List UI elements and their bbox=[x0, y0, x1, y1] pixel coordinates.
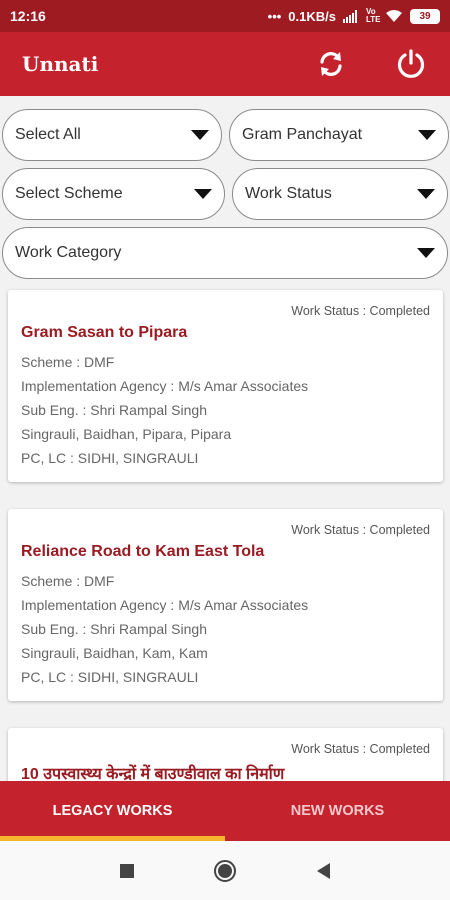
work-pc-lc: PC, LC : SIDHI, SINGRAULI bbox=[21, 669, 199, 685]
bottom-tabs: LEGACY WORKS NEW WORKS bbox=[0, 781, 450, 841]
network-type: Vo LTE bbox=[366, 7, 381, 24]
work-category-label: Work Category bbox=[15, 244, 122, 261]
signal-icon bbox=[343, 9, 357, 23]
work-status-dropdown[interactable]: Work Status bbox=[232, 168, 448, 220]
system-nav-bar bbox=[0, 841, 450, 900]
wifi-icon bbox=[386, 10, 402, 22]
work-location: Singrauli, Baidhan, Pipara, Pipara bbox=[21, 426, 232, 442]
work-title: Reliance Road to Kam East Tola bbox=[21, 543, 265, 560]
dropdown-arrow-icon bbox=[417, 248, 435, 258]
work-agency: Implementation Agency : M/s Amar Associa… bbox=[21, 597, 309, 613]
work-scheme: Scheme : DMF bbox=[21, 354, 115, 370]
status-icons: ••• 0.1KB/s Vo LTE 39 bbox=[268, 8, 440, 24]
tab-new-works-label: NEW WORKS bbox=[290, 803, 385, 819]
status-bar: 12:16 ••• 0.1KB/s Vo LTE 39 bbox=[0, 0, 450, 32]
work-status-text: Work Status : Completed bbox=[291, 742, 430, 756]
work-sub-engineer: Sub Eng. : Shri Rampal Singh bbox=[21, 621, 207, 637]
app-title: Unnati bbox=[22, 52, 99, 76]
work-card[interactable]: Work Status : Completed Gram Sasan to Pi… bbox=[8, 290, 443, 482]
select-all-label: Select All bbox=[15, 126, 81, 143]
more-dots-icon: ••• bbox=[267, 8, 282, 24]
power-button[interactable] bbox=[394, 47, 428, 81]
work-agency: Implementation Agency : M/s Amar Associa… bbox=[21, 378, 309, 394]
gram-panchayat-label: Gram Panchayat bbox=[242, 126, 363, 143]
network-speed: 0.1KB/s bbox=[288, 8, 336, 24]
dropdown-arrow-icon bbox=[418, 130, 436, 140]
dropdown-arrow-icon bbox=[191, 130, 209, 140]
power-icon bbox=[397, 49, 425, 78]
refresh-icon bbox=[320, 52, 342, 76]
tab-legacy-works[interactable]: LEGACY WORKS bbox=[0, 781, 225, 841]
work-status-text: Work Status : Completed bbox=[291, 304, 430, 318]
back-icon[interactable] bbox=[316, 862, 330, 879]
dropdown-arrow-icon bbox=[417, 189, 435, 199]
work-sub-engineer: Sub Eng. : Shri Rampal Singh bbox=[21, 402, 207, 418]
dropdown-arrow-icon bbox=[194, 189, 212, 199]
refresh-button[interactable] bbox=[314, 47, 348, 81]
tab-new-works[interactable]: NEW WORKS bbox=[225, 781, 450, 841]
select-all-dropdown[interactable]: Select All bbox=[2, 109, 222, 161]
work-scheme: Scheme : DMF bbox=[21, 573, 115, 589]
app-bar: Unnati bbox=[0, 32, 450, 96]
work-status-text: Work Status : Completed bbox=[291, 523, 430, 537]
work-title: Gram Sasan to Pipara bbox=[21, 324, 188, 341]
work-category-dropdown[interactable]: Work Category bbox=[2, 227, 448, 279]
battery-icon: 39 bbox=[410, 8, 440, 24]
recents-icon[interactable] bbox=[120, 863, 135, 878]
clock: 12:16 bbox=[10, 8, 46, 24]
work-location: Singrauli, Baidhan, Kam, Kam bbox=[21, 645, 208, 661]
scheme-dropdown[interactable]: Select Scheme bbox=[2, 168, 225, 220]
scheme-label: Select Scheme bbox=[15, 185, 123, 202]
gram-panchayat-dropdown[interactable]: Gram Panchayat bbox=[229, 109, 449, 161]
work-status-label: Work Status bbox=[245, 185, 332, 202]
home-icon[interactable] bbox=[214, 859, 237, 882]
tab-legacy-works-label: LEGACY WORKS bbox=[52, 803, 173, 819]
work-card[interactable]: Work Status : Completed Reliance Road to… bbox=[8, 509, 443, 701]
work-pc-lc: PC, LC : SIDHI, SINGRAULI bbox=[21, 450, 199, 466]
